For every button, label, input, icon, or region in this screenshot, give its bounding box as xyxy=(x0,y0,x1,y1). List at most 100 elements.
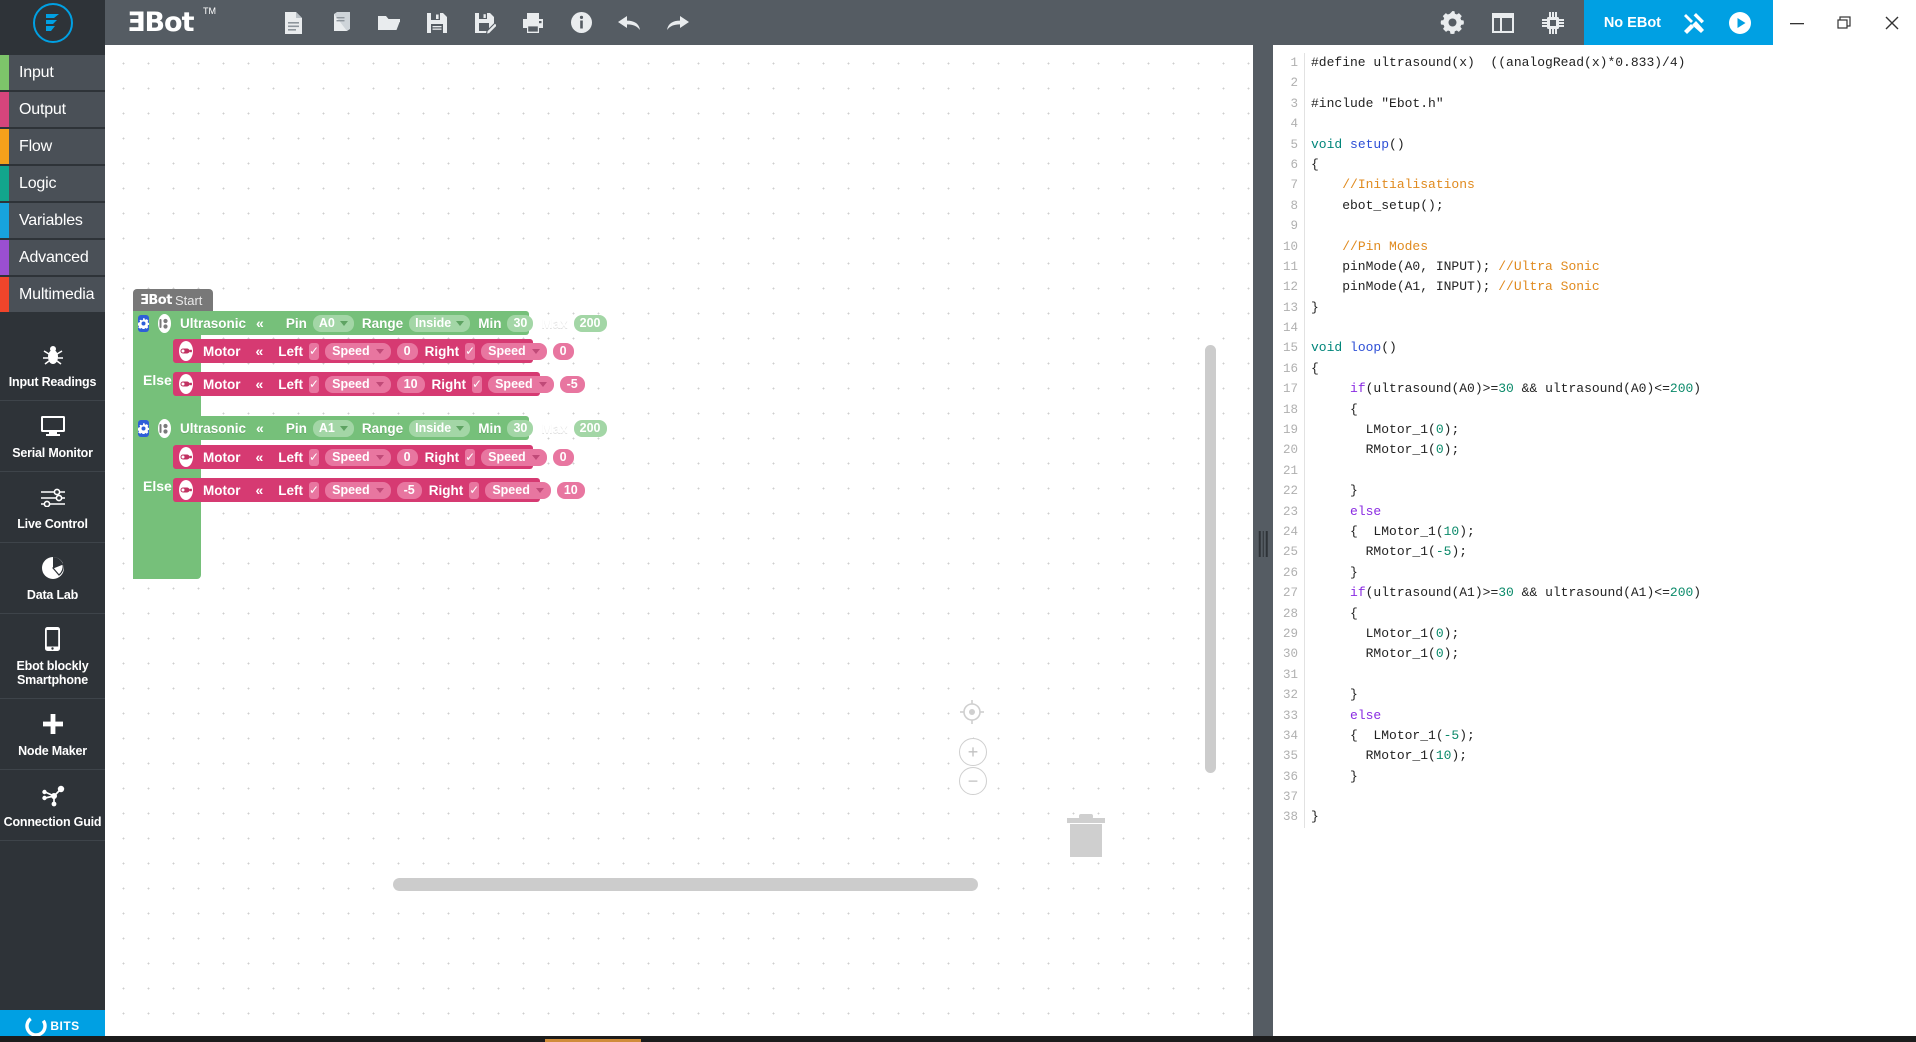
right-mode-dropdown[interactable]: Speed xyxy=(485,481,551,499)
sidebar-item-smartphone[interactable]: Ebot blockly Smartphone xyxy=(0,614,105,699)
code-line-number: 14 xyxy=(1282,321,1298,336)
examples-book-icon[interactable] xyxy=(328,10,354,36)
left-enable-checkbox[interactable]: ✓ xyxy=(309,481,320,499)
right-enable-checkbox[interactable]: ✓ xyxy=(472,375,483,393)
sidebar-item-variables[interactable]: Variables xyxy=(0,203,105,238)
generated-code-panel[interactable]: 1 2 3 4 5 6 7 8 9 10 11 12 13 14 15 16 17 18 19 20 21 22 23 24 2… xyxy=(1273,45,1916,1042)
chip-icon[interactable] xyxy=(1540,10,1566,36)
print-icon[interactable] xyxy=(520,10,546,36)
save-icon[interactable] xyxy=(424,10,450,36)
right-enable-checkbox[interactable]: ✓ xyxy=(469,481,480,499)
panel-splitter[interactable] xyxy=(1253,45,1273,1042)
ebot-start-hat-block[interactable]: ƎBot Start xyxy=(133,289,213,311)
sidebar-item-connection-guide[interactable]: Connection Guid xyxy=(0,770,105,841)
center-workspace-button[interactable] xyxy=(959,699,985,725)
open-folder-icon[interactable] xyxy=(376,10,402,36)
code-line-number: 26 xyxy=(1282,565,1298,580)
left-mode-dropdown[interactable]: Speed xyxy=(325,342,391,360)
zoom-out-button[interactable]: − xyxy=(959,767,987,795)
left-speed-input[interactable]: 0 xyxy=(396,448,418,466)
right-speed-input[interactable]: -5 xyxy=(559,375,585,393)
motor-block-1-do[interactable]: Motor « Left ✓ Speed 0 Right ✓ Speed 0 xyxy=(173,339,574,363)
collapse-chevron-icon[interactable]: « xyxy=(256,343,264,359)
left-speed-input[interactable]: -5 xyxy=(396,481,422,499)
sidebar-item-output[interactable]: Output xyxy=(0,92,105,127)
sidebar-item-input-readings[interactable]: Input Readings xyxy=(0,330,105,401)
run-upload-icon[interactable] xyxy=(1727,10,1753,36)
pin-dropdown[interactable]: A0 xyxy=(312,314,354,332)
range-dropdown[interactable]: Inside xyxy=(409,314,471,332)
settings-gear-icon[interactable] xyxy=(138,419,149,437)
window-maximize-button[interactable] xyxy=(1822,0,1866,45)
right-mode-dropdown[interactable]: Speed xyxy=(481,448,547,466)
left-mode-dropdown[interactable]: Speed xyxy=(325,448,391,466)
blockly-workspace[interactable]: ƎBot Start Ultrasonic « Pin A0 Range Ins… xyxy=(105,45,1253,1042)
right-speed-input[interactable]: 10 xyxy=(556,481,585,499)
sidebar-item-data-lab[interactable]: Data Lab xyxy=(0,543,105,614)
collapse-chevron-icon[interactable]: « xyxy=(256,420,264,436)
settings-gear-icon[interactable] xyxy=(138,314,149,332)
save-as-icon[interactable] xyxy=(472,10,498,36)
left-mode-dropdown[interactable]: Speed xyxy=(325,481,391,499)
motor-block-2-else[interactable]: Motor « Left ✓ Speed -5 Right ✓ Speed 10 xyxy=(173,478,585,502)
new-file-icon[interactable] xyxy=(280,10,306,36)
layout-panel-icon[interactable] xyxy=(1490,10,1516,36)
range-label: Range xyxy=(361,420,404,436)
zoom-in-button[interactable]: + xyxy=(959,738,987,766)
left-enable-checkbox[interactable]: ✓ xyxy=(309,448,320,466)
workspace-horizontal-scrollbar[interactable] xyxy=(393,878,978,891)
collapse-chevron-icon[interactable]: « xyxy=(256,482,264,498)
left-enable-checkbox[interactable]: ✓ xyxy=(309,375,320,393)
motor-block-2-do[interactable]: Motor « Left ✓ Speed 0 Right ✓ Speed 0 xyxy=(173,445,574,469)
left-mode-dropdown[interactable]: Speed xyxy=(325,375,391,393)
collapse-chevron-icon[interactable]: « xyxy=(256,315,264,331)
code-line-number: 16 xyxy=(1282,361,1298,376)
max-input[interactable]: 200 xyxy=(573,419,607,437)
collapse-chevron-icon[interactable]: « xyxy=(256,376,264,392)
sidebar-item-serial-monitor[interactable]: Serial Monitor xyxy=(0,401,105,472)
left-enable-checkbox[interactable]: ✓ xyxy=(309,342,320,360)
code-text[interactable]: #define ultrasound(x) ((analogRead(x)*0.… xyxy=(1304,53,1701,828)
right-speed-input[interactable]: 0 xyxy=(552,342,574,360)
redo-icon[interactable] xyxy=(664,10,690,36)
min-input[interactable]: 30 xyxy=(507,314,534,332)
motor-title: Motor xyxy=(203,343,241,359)
max-input[interactable]: 200 xyxy=(573,314,607,332)
right-mode-dropdown[interactable]: Speed xyxy=(481,342,547,360)
code-line-number: 31 xyxy=(1282,667,1298,682)
motor-block-1-else[interactable]: Motor « Left ✓ Speed 10 Right ✓ Speed -5 xyxy=(173,372,585,396)
sidebar-item-flow[interactable]: Flow xyxy=(0,129,105,164)
window-close-button[interactable] xyxy=(1870,0,1914,45)
sidebar-item-multimedia[interactable]: Multimedia xyxy=(0,277,105,312)
sidebar-item-logic[interactable]: Logic xyxy=(0,166,105,201)
left-speed-input[interactable]: 0 xyxy=(396,342,418,360)
right-enable-checkbox[interactable]: ✓ xyxy=(465,448,476,466)
sidebar-item-advanced[interactable]: Advanced xyxy=(0,240,105,275)
workspace-vertical-scrollbar[interactable] xyxy=(1205,345,1216,773)
sidebar-item-node-maker[interactable]: Node Maker xyxy=(0,699,105,770)
code-line-number: 37 xyxy=(1282,790,1298,805)
connect-tools-icon[interactable] xyxy=(1681,10,1707,36)
right-speed-input[interactable]: 0 xyxy=(552,448,574,466)
code-line: LMotor_1(0); xyxy=(1311,422,1460,438)
right-enable-checkbox[interactable]: ✓ xyxy=(465,342,476,360)
range-dropdown[interactable]: Inside xyxy=(409,419,471,437)
window-minimize-button[interactable] xyxy=(1775,0,1819,45)
undo-icon[interactable] xyxy=(616,10,642,36)
min-input[interactable]: 30 xyxy=(507,419,534,437)
condition-row-2[interactable]: Ultrasonic « Pin A1 Range Inside Min 30 … xyxy=(133,416,607,440)
left-speed-input[interactable]: 10 xyxy=(396,375,425,393)
pin-dropdown[interactable]: A1 xyxy=(312,419,354,437)
settings-gear-icon[interactable] xyxy=(1440,10,1466,36)
block-categories: Input Output Flow Logic Variables Advanc… xyxy=(0,45,105,312)
sidebar-item-input[interactable]: Input xyxy=(0,55,105,90)
sidebar-item-live-control[interactable]: Live Control xyxy=(0,472,105,543)
trash-icon[interactable] xyxy=(1063,810,1111,862)
splitter-grip-icon xyxy=(1258,530,1268,557)
info-icon[interactable] xyxy=(568,10,594,36)
category-color-swatch xyxy=(0,55,9,90)
right-mode-dropdown[interactable]: Speed xyxy=(488,375,554,393)
condition-row-1[interactable]: Ultrasonic « Pin A0 Range Inside Min 30 … xyxy=(133,311,607,335)
collapse-chevron-icon[interactable]: « xyxy=(256,449,264,465)
